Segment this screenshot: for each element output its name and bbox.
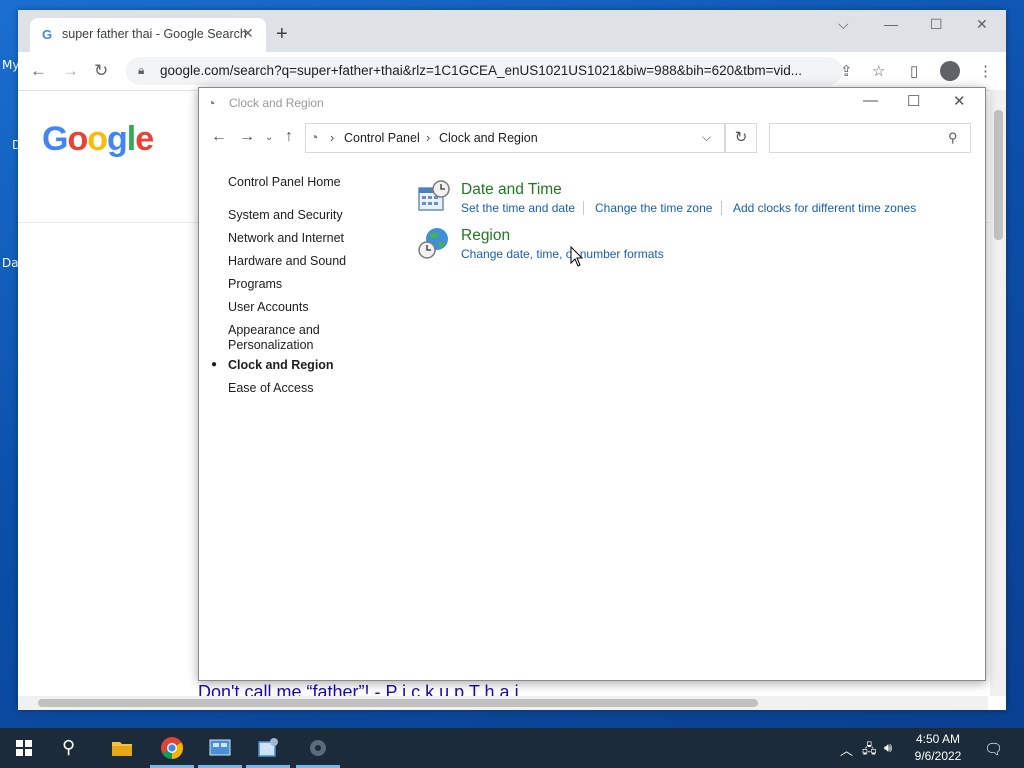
- sidebar-item-home[interactable]: Control Panel Home: [228, 175, 341, 189]
- maximize-button[interactable]: ☐: [907, 92, 920, 110]
- reload-icon[interactable]: ↻: [94, 61, 108, 81]
- tab-search-icon[interactable]: ⌵: [838, 16, 849, 33]
- link-change-formats[interactable]: Change date, time, or number formats: [461, 247, 664, 261]
- category-title-date-time[interactable]: Date and Time: [461, 181, 562, 199]
- forward-arrow-icon[interactable]: →: [62, 61, 79, 81]
- url-text[interactable]: google.com/search?q=super+father+thai&rl…: [160, 63, 830, 78]
- sidebar-item-clock-region: Clock and Region: [228, 358, 334, 372]
- back-arrow-icon[interactable]: ←: [30, 61, 47, 81]
- maximize-button[interactable]: ☐: [930, 16, 943, 33]
- windows-start-icon[interactable]: [16, 740, 32, 756]
- refresh-button[interactable]: ↻: [725, 123, 757, 153]
- control-panel-app-icon[interactable]: [208, 736, 232, 760]
- address-bar[interactable]: 🔒︎ google.com/search?q=super+father+thai…: [126, 57, 842, 85]
- bookmark-star-icon[interactable]: ☆: [872, 62, 885, 80]
- search-icon[interactable]: ⚲: [62, 737, 75, 758]
- sidebar-item-user-accounts[interactable]: User Accounts: [228, 300, 309, 314]
- sidebar-item-network[interactable]: Network and Internet: [228, 231, 344, 245]
- close-button[interactable]: ✕: [953, 92, 966, 110]
- desktop-icon-label[interactable]: My: [2, 58, 19, 72]
- taskbar: ⚲ ︿ 🖧︎ 🔊︎ 4:50 AM 9/6/2022 🗨︎: [0, 728, 1024, 768]
- menu-kebab-icon[interactable]: ⋮: [978, 62, 993, 80]
- notification-icon[interactable]: 🗨︎: [984, 740, 1003, 758]
- control-panel-icon: ◔: [207, 95, 216, 111]
- sidebar-item-hardware[interactable]: Hardware and Sound: [228, 254, 346, 268]
- address-bar[interactable]: ◔ › Control Panel › Clock and Region ⌵: [305, 123, 725, 153]
- share-icon[interactable]: ⇪: [840, 62, 853, 80]
- category-title-region[interactable]: Region: [461, 227, 510, 245]
- chrome-icon[interactable]: [160, 736, 184, 760]
- link-set-time-date[interactable]: Set the time and date: [461, 201, 575, 215]
- sidebar-item-appearance[interactable]: Appearance and: [228, 323, 320, 337]
- mouse-cursor-icon: [570, 246, 584, 267]
- file-explorer-icon[interactable]: [110, 736, 134, 760]
- horizontal-scrollbar[interactable]: [18, 696, 988, 710]
- globe-clock-icon[interactable]: [417, 226, 451, 260]
- tab-close-icon[interactable]: ✕: [242, 25, 254, 42]
- recent-locations-icon[interactable]: ⌄: [265, 132, 273, 143]
- chevron-up-icon[interactable]: ︿: [840, 740, 853, 759]
- vertical-scrollbar[interactable]: [990, 90, 1006, 696]
- back-arrow-icon[interactable]: ←: [211, 128, 227, 146]
- control-panel-window: ◔ Clock and Region — ☐ ✕ ← → ⌄ ↑ ◔ › Con…: [198, 87, 986, 681]
- tab-title: super father thai - Google Search: [62, 27, 247, 41]
- explorer-navbar: ← → ⌄ ↑ ◔ › Control Panel › Clock and Re…: [199, 120, 985, 156]
- window-title: Clock and Region: [229, 96, 324, 110]
- search-icon[interactable]: ⚲: [948, 130, 958, 146]
- chevron-right-icon[interactable]: ›: [426, 130, 430, 145]
- google-favicon-icon: G: [41, 27, 53, 42]
- new-tab-button[interactable]: +: [276, 24, 288, 44]
- search-input[interactable]: ⚲: [769, 123, 971, 153]
- clock-date[interactable]: 9/6/2022: [906, 749, 970, 763]
- browser-tab[interactable]: G super father thai - Google Search ✕: [30, 18, 266, 52]
- sidebar-item-programs[interactable]: Programs: [228, 277, 282, 291]
- chrome-tab-strip: G super father thai - Google Search ✕ + …: [18, 10, 1006, 52]
- up-arrow-icon[interactable]: ↑: [285, 128, 293, 146]
- lock-icon: 🔒︎: [138, 63, 145, 77]
- minimize-button[interactable]: —: [884, 16, 898, 32]
- calendar-clock-icon[interactable]: [417, 180, 451, 214]
- chevron-right-icon[interactable]: ›: [330, 130, 334, 145]
- breadcrumb-item[interactable]: Control Panel: [344, 131, 420, 145]
- sidebar-item-system-security[interactable]: System and Security: [228, 208, 343, 222]
- link-divider: [721, 201, 722, 215]
- breadcrumb-item[interactable]: Clock and Region: [439, 131, 538, 145]
- desktop-icon-label[interactable]: Da: [2, 256, 19, 270]
- chevron-down-icon[interactable]: ⌵: [702, 130, 711, 145]
- settings-app-icon[interactable]: [306, 736, 330, 760]
- side-panel-icon[interactable]: ▯: [910, 62, 918, 80]
- link-change-time-zone[interactable]: Change the time zone: [595, 201, 712, 215]
- scroll-thumb[interactable]: [38, 699, 758, 707]
- sidebar-item-ease-of-access[interactable]: Ease of Access: [228, 381, 313, 395]
- browser-toolbar: ← → ↻ 🔒︎ google.com/search?q=super+fathe…: [18, 52, 1006, 91]
- link-divider: [583, 201, 584, 215]
- sidebar-item-appearance[interactable]: Personalization: [228, 338, 313, 352]
- profile-avatar[interactable]: [940, 61, 960, 81]
- current-bullet-icon: ●: [211, 359, 218, 370]
- link-add-clocks[interactable]: Add clocks for different time zones: [733, 201, 916, 215]
- volume-icon[interactable]: 🔊︎: [884, 740, 892, 756]
- minimize-button[interactable]: —: [863, 92, 878, 109]
- window-titlebar[interactable]: ◔ Clock and Region — ☐ ✕: [199, 88, 985, 118]
- google-logo[interactable]: Google: [42, 120, 154, 159]
- close-button[interactable]: ✕: [976, 16, 988, 33]
- scroll-thumb[interactable]: [994, 110, 1003, 240]
- forward-arrow-icon[interactable]: →: [239, 128, 255, 146]
- control-panel-icon: ◔: [310, 129, 319, 145]
- clock-time[interactable]: 4:50 AM: [906, 732, 970, 746]
- task-app-icon[interactable]: [256, 736, 280, 760]
- network-icon[interactable]: 🖧︎: [862, 740, 877, 762]
